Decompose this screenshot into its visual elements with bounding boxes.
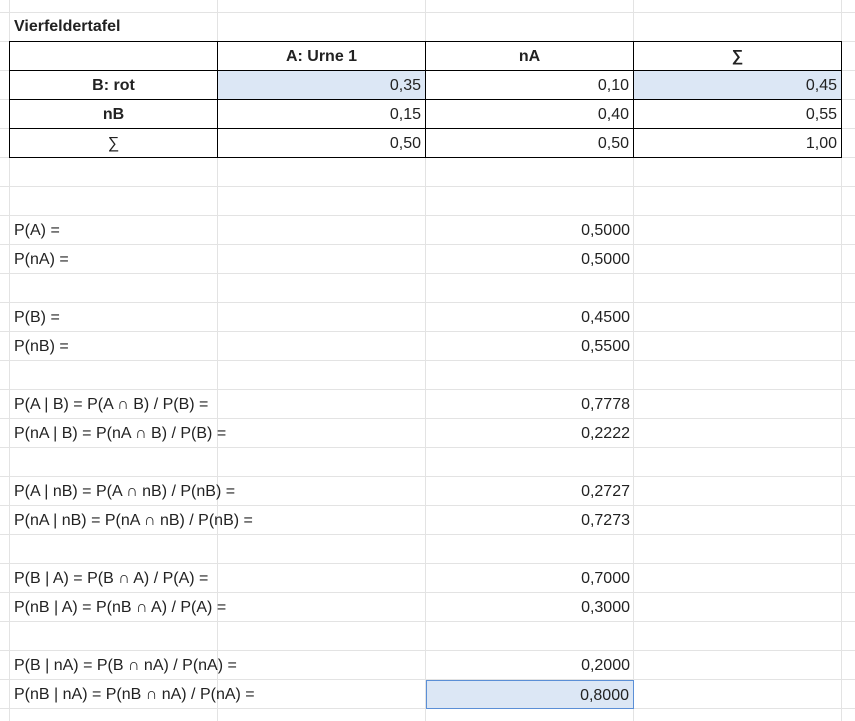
prob-label-pna-given-nb[interactable]: P(nA | nB) = P(nA ∩ nB) / P(nB) = [9, 506, 426, 535]
prob-label-pb-given-a[interactable]: P(B | A) = P(B ∩ A) / P(A) = [9, 564, 426, 593]
prob-value-pa-given-nb[interactable]: 0,2727 [426, 477, 634, 506]
prob-value-pnb-given-na[interactable]: 0,8000 [426, 680, 634, 709]
table-cell-b-sum[interactable]: 0,45 [634, 71, 842, 100]
table-header-a[interactable]: A: Urne 1 [218, 41, 426, 71]
table-row-label-b[interactable]: B: rot [9, 71, 218, 100]
table-cell-sum-total[interactable]: 1,00 [634, 129, 842, 158]
prob-label-pna-given-b[interactable]: P(nA | B) = P(nA ∩ B) / P(B) = [9, 419, 426, 448]
prob-value-pa[interactable]: 0,5000 [426, 216, 634, 245]
prob-label-pa-given-nb[interactable]: P(A | nB) = P(A ∩ nB) / P(nB) = [9, 477, 426, 506]
table-cell-sum-na[interactable]: 0,50 [426, 129, 634, 158]
prob-label-pnb[interactable]: P(nB) = [9, 332, 426, 361]
table-row-label-sum[interactable]: ∑ [9, 129, 218, 158]
sheet-title[interactable]: Vierfeldertafel [9, 12, 309, 41]
prob-label-pnb-given-na[interactable]: P(nB | nA) = P(nB ∩ nA) / P(nA) = [9, 680, 426, 709]
prob-value-pb-given-a[interactable]: 0,7000 [426, 564, 634, 593]
table-cell-b-a[interactable]: 0,35 [218, 71, 426, 100]
prob-value-pb-given-na[interactable]: 0,2000 [426, 651, 634, 680]
table-header-sum[interactable]: ∑ [634, 41, 842, 71]
table-cell-nb-a[interactable]: 0,15 [218, 100, 426, 129]
table-cell-nb-sum[interactable]: 0,55 [634, 100, 842, 129]
prob-label-pa[interactable]: P(A) = [9, 216, 426, 245]
prob-value-pna[interactable]: 0,5000 [426, 245, 634, 274]
prob-label-pb-given-na[interactable]: P(B | nA) = P(B ∩ nA) / P(nA) = [9, 651, 426, 680]
prob-label-pa-given-b[interactable]: P(A | B) = P(A ∩ B) / P(B) = [9, 390, 426, 419]
prob-value-pna-given-nb[interactable]: 0,7273 [426, 506, 634, 535]
table-cell-nb-na[interactable]: 0,40 [426, 100, 634, 129]
table-header-corner[interactable] [9, 41, 218, 71]
prob-value-pa-given-b[interactable]: 0,7778 [426, 390, 634, 419]
table-cell-b-na[interactable]: 0,10 [426, 71, 634, 100]
table-row-label-nb[interactable]: nB [9, 100, 218, 129]
spreadsheet-grid: Vierfeldertafel A: Urne 1 nA ∑ B: rot 0,… [0, 0, 855, 721]
prob-value-pnb[interactable]: 0,5500 [426, 332, 634, 361]
table-cell-sum-a[interactable]: 0,50 [218, 129, 426, 158]
table-header-na[interactable]: nA [426, 41, 634, 71]
prob-label-pnb-given-a[interactable]: P(nB | A) = P(nB ∩ A) / P(A) = [9, 593, 426, 622]
prob-value-pb[interactable]: 0,4500 [426, 303, 634, 332]
prob-value-pnb-given-a[interactable]: 0,3000 [426, 593, 634, 622]
prob-label-pna[interactable]: P(nA) = [9, 245, 426, 274]
prob-label-pb[interactable]: P(B) = [9, 303, 426, 332]
prob-value-pna-given-b[interactable]: 0,2222 [426, 419, 634, 448]
